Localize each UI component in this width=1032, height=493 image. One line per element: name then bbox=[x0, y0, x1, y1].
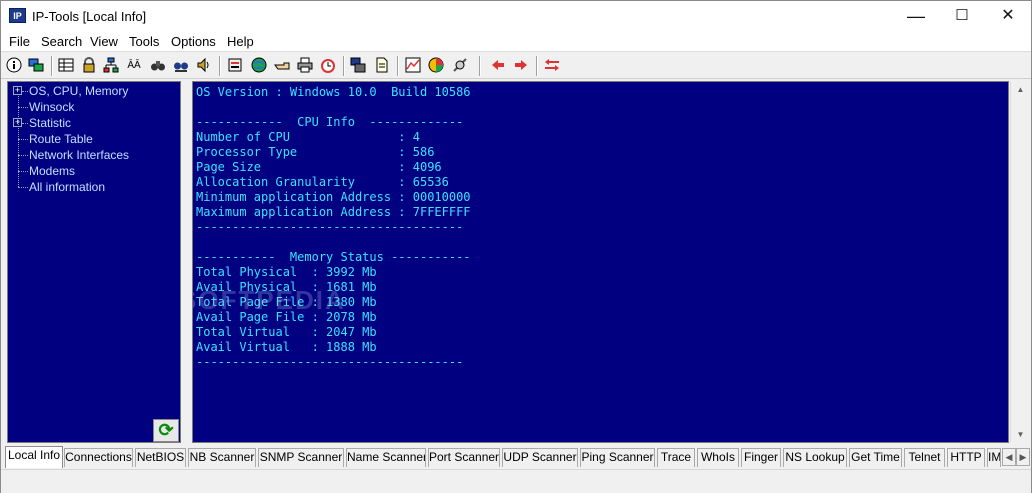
tree-connector bbox=[18, 155, 28, 156]
tree-item-winsock[interactable]: Winsock bbox=[29, 100, 74, 114]
menu-tools[interactable]: Tools bbox=[129, 34, 159, 49]
watermark: SOFTPEDIA bbox=[192, 285, 346, 315]
binoculars-icon[interactable] bbox=[149, 57, 167, 75]
tab-local-info[interactable]: Local Info bbox=[5, 446, 63, 468]
network-computers-icon[interactable] bbox=[27, 57, 45, 75]
tab-finger[interactable]: Finger bbox=[741, 448, 781, 467]
toolbar-separator bbox=[397, 56, 399, 76]
tab-im[interactable]: IM bbox=[987, 448, 1001, 467]
tree-connector bbox=[22, 123, 28, 124]
pie-chart-icon[interactable] bbox=[427, 57, 445, 75]
tab-whois[interactable]: WhoIs bbox=[697, 448, 739, 467]
window-title: IP-Tools [Local Info] bbox=[32, 9, 147, 24]
menu-help[interactable]: Help bbox=[227, 34, 254, 49]
printer-icon[interactable] bbox=[296, 57, 314, 75]
arrow-right-icon[interactable] bbox=[512, 57, 530, 75]
tab-nb-scanner[interactable]: NB Scanner bbox=[188, 448, 256, 467]
satellite-icon[interactable] bbox=[451, 57, 469, 75]
menu-view[interactable]: View bbox=[90, 34, 118, 49]
toolbar-separator bbox=[219, 56, 221, 76]
alarm-clock-icon[interactable] bbox=[319, 57, 337, 75]
toolbar-separator bbox=[479, 56, 481, 76]
scroll-down-button[interactable]: ▼ bbox=[1011, 426, 1030, 443]
tab-netbios[interactable]: NetBIOS bbox=[135, 448, 186, 467]
tab-port-scanner[interactable]: Port Scanner bbox=[428, 448, 500, 467]
close-button[interactable]: ✕ bbox=[985, 1, 1031, 31]
chart-icon[interactable] bbox=[404, 57, 422, 75]
scroll-up-button[interactable]: ▲ bbox=[1011, 81, 1030, 98]
info-output-pane[interactable]: OS Version : Windows 10.0 Build 10586 --… bbox=[192, 81, 1009, 443]
tab-get-time[interactable]: Get Time bbox=[849, 448, 902, 467]
tab-ns-lookup[interactable]: NS Lookup bbox=[783, 448, 847, 467]
toolbar-separator bbox=[536, 56, 538, 76]
tab-bar: Local Info Connections NetBIOS NB Scanne… bbox=[1, 446, 1031, 468]
tree-connector bbox=[22, 91, 28, 92]
menu-bar: File Search View Tools Options Help bbox=[1, 31, 1031, 52]
app-icon: IP bbox=[9, 8, 26, 23]
lock-icon[interactable] bbox=[80, 57, 98, 75]
tree-item-all-information[interactable]: All information bbox=[29, 180, 105, 194]
refresh-button[interactable]: ⟳ bbox=[153, 419, 179, 442]
tree-item-statistic[interactable]: Statistic bbox=[29, 116, 71, 130]
menu-options[interactable]: Options bbox=[171, 34, 216, 49]
arrow-left-icon[interactable] bbox=[489, 57, 507, 75]
traffic-icon[interactable] bbox=[226, 57, 244, 75]
expand-toggle[interactable]: + bbox=[13, 86, 22, 95]
tree-item-network-interfaces[interactable]: Network Interfaces bbox=[29, 148, 129, 162]
expand-toggle[interactable]: + bbox=[13, 118, 22, 127]
arrows-exchange-icon[interactable] bbox=[543, 57, 561, 75]
document-icon[interactable] bbox=[373, 57, 391, 75]
tree-connector bbox=[18, 107, 28, 108]
globe-icon[interactable] bbox=[250, 57, 268, 75]
tree-item-route-table[interactable]: Route Table bbox=[29, 132, 93, 146]
computers-icon[interactable] bbox=[349, 57, 367, 75]
finger-icon[interactable] bbox=[273, 57, 291, 75]
table-icon[interactable] bbox=[57, 57, 75, 75]
menu-search[interactable]: Search bbox=[41, 34, 82, 49]
vertical-scrollbar[interactable]: ▲ ▼ bbox=[1010, 81, 1029, 443]
minimize-button[interactable]: — bbox=[893, 1, 939, 31]
network-tree-icon[interactable] bbox=[102, 57, 120, 75]
app-window: IP IP-Tools [Local Info] — ☐ ✕ File Sear… bbox=[0, 0, 1032, 493]
tree-item-modems[interactable]: Modems bbox=[29, 164, 75, 178]
toolbar-separator bbox=[51, 56, 53, 76]
binoculars-search-icon[interactable] bbox=[172, 57, 190, 75]
name-icon[interactable]: ĀĀ bbox=[125, 57, 143, 75]
tab-scroll-right-button[interactable]: ▶ bbox=[1016, 448, 1030, 466]
menu-file[interactable]: File bbox=[9, 34, 30, 49]
tab-http[interactable]: HTTP bbox=[947, 448, 985, 467]
tree-connector bbox=[18, 171, 28, 172]
tab-name-scanner[interactable]: Name Scanner bbox=[346, 448, 426, 467]
refresh-icon: ⟳ bbox=[158, 420, 174, 440]
tab-udp-scanner[interactable]: UDP Scanner bbox=[502, 448, 578, 467]
status-bar bbox=[1, 469, 1031, 493]
tab-trace[interactable]: Trace bbox=[657, 448, 695, 467]
title-bar: IP IP-Tools [Local Info] — ☐ ✕ bbox=[1, 1, 1031, 31]
tab-ping-scanner[interactable]: Ping Scanner bbox=[580, 448, 655, 467]
info-icon[interactable] bbox=[5, 57, 23, 75]
maximize-button[interactable]: ☐ bbox=[939, 1, 985, 31]
tab-connections[interactable]: Connections bbox=[64, 448, 133, 467]
tab-snmp-scanner[interactable]: SNMP Scanner bbox=[258, 448, 344, 467]
speaker-icon[interactable] bbox=[195, 57, 213, 75]
info-output-text: OS Version : Windows 10.0 Build 10586 --… bbox=[196, 85, 471, 369]
tree-connector bbox=[18, 139, 28, 140]
tree-pane: + OS, CPU, Memory Winsock + Statistic Ro… bbox=[7, 81, 181, 443]
tab-telnet[interactable]: Telnet bbox=[904, 448, 945, 467]
toolbar-separator bbox=[343, 56, 345, 76]
toolbar: ĀĀ bbox=[1, 53, 1031, 79]
tab-scroll-left-button[interactable]: ◀ bbox=[1002, 448, 1016, 466]
tree-connector bbox=[18, 187, 28, 188]
tree-item-os-cpu-memory[interactable]: OS, CPU, Memory bbox=[29, 84, 128, 98]
